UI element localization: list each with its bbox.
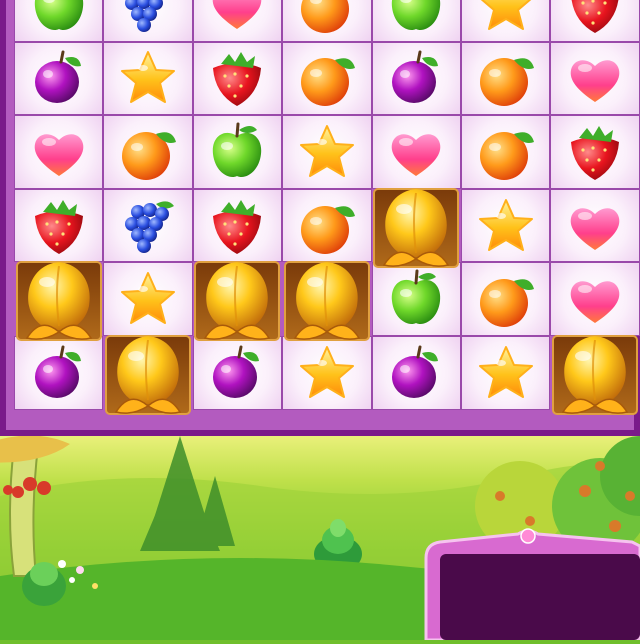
orange-icon (116, 120, 180, 184)
board-cell[interactable] (14, 41, 104, 116)
board-cell[interactable] (103, 262, 193, 336)
orange-icon (474, 267, 538, 331)
board-cell[interactable] (14, 0, 104, 42)
golden-peach-icon (191, 254, 283, 344)
orange-icon (474, 46, 538, 110)
plum-icon (384, 46, 448, 110)
strawberry-icon (563, 120, 627, 184)
plum-icon (384, 341, 448, 405)
board-cell[interactable] (14, 261, 103, 342)
plum-icon (205, 341, 269, 405)
golden-peach-icon (370, 181, 462, 271)
strawberry-icon (563, 0, 627, 37)
golden-peach-icon (281, 254, 373, 344)
info-panel (422, 528, 640, 642)
grapes-icon (116, 0, 180, 37)
star-candy-icon (295, 120, 359, 184)
game-board (6, 0, 640, 430)
board-cell[interactable] (371, 0, 461, 42)
star-candy-icon (295, 341, 359, 405)
board-cell[interactable] (192, 188, 283, 263)
star-candy-icon (116, 46, 180, 110)
board-cell[interactable] (192, 335, 283, 410)
strawberry-icon (205, 194, 269, 258)
board-cell[interactable] (193, 261, 282, 342)
panel-jewel-icon (520, 528, 536, 544)
golden-peach-icon (102, 328, 194, 418)
green-apple-icon (205, 120, 269, 184)
orange-icon (474, 120, 538, 184)
symbol-grid (14, 0, 640, 415)
orange-icon (295, 194, 359, 258)
board-cell[interactable] (103, 188, 193, 263)
board-cell[interactable] (550, 334, 639, 415)
board-cell[interactable] (103, 115, 193, 189)
board-cell[interactable] (14, 115, 104, 189)
board-cell[interactable] (550, 188, 640, 263)
board-cell[interactable] (460, 188, 551, 263)
star-candy-icon (474, 341, 538, 405)
strawberry-icon (205, 46, 269, 110)
board-cell[interactable] (550, 262, 640, 336)
board-cell[interactable] (192, 115, 283, 189)
heart-candy-icon (384, 120, 448, 184)
board-cell[interactable] (14, 188, 104, 263)
board-cell[interactable] (371, 41, 461, 116)
board-cell[interactable] (460, 262, 551, 336)
star-candy-icon (474, 194, 538, 258)
heart-candy-icon (563, 267, 627, 331)
green-apple-icon (384, 267, 448, 331)
green-apple-icon (27, 0, 91, 37)
board-cell[interactable] (372, 187, 461, 268)
game-board-frame (0, 0, 640, 436)
heart-candy-icon (563, 46, 627, 110)
board-cell[interactable] (460, 41, 551, 116)
board-cell[interactable] (460, 335, 551, 410)
board-cell[interactable] (282, 41, 372, 116)
board-cell[interactable] (550, 41, 640, 116)
heart-candy-icon (563, 194, 627, 258)
board-cell[interactable] (371, 335, 461, 410)
orange-icon (295, 0, 359, 37)
board-cell[interactable] (460, 0, 551, 42)
board-cell[interactable] (550, 0, 640, 42)
board-cell[interactable] (460, 115, 551, 189)
board-cell[interactable] (192, 0, 283, 42)
board-cell[interactable] (103, 334, 192, 415)
grapes-icon (116, 194, 180, 258)
golden-peach-icon (13, 254, 105, 344)
board-cell[interactable] (282, 261, 371, 342)
heart-candy-icon (205, 0, 269, 37)
golden-peach-icon (549, 328, 640, 418)
board-cell[interactable] (282, 0, 372, 42)
board-cell[interactable] (192, 41, 283, 116)
plum-icon (27, 341, 91, 405)
orange-icon (295, 46, 359, 110)
board-cell[interactable] (103, 0, 193, 42)
board-cell[interactable] (371, 262, 461, 336)
green-apple-icon (384, 0, 448, 37)
heart-candy-icon (27, 120, 91, 184)
star-candy-icon (116, 267, 180, 331)
star-candy-icon (474, 0, 538, 37)
board-cell[interactable] (14, 335, 104, 410)
board-cell[interactable] (103, 41, 193, 116)
board-cell[interactable] (550, 115, 640, 189)
board-cell[interactable] (282, 188, 372, 263)
board-cell[interactable] (282, 115, 372, 189)
plum-icon (27, 46, 91, 110)
board-cell[interactable] (282, 335, 372, 410)
strawberry-icon (27, 194, 91, 258)
board-cell[interactable] (371, 115, 461, 189)
